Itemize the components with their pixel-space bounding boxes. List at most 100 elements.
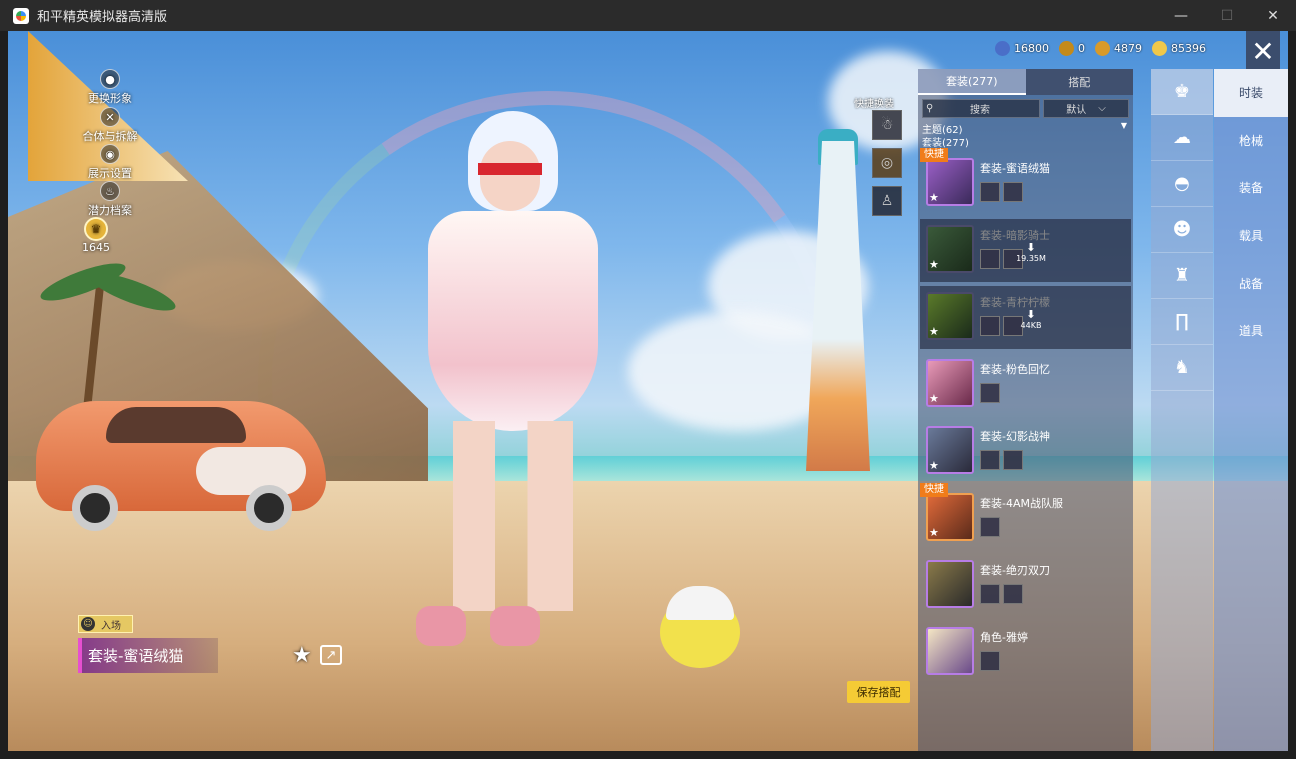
quick-slot[interactable]: ♙	[872, 186, 902, 216]
list-item[interactable]: 套装-绝刃双刀	[920, 554, 1131, 617]
outfit-panel: 套装(277) 搭配 ⚲ 搜索 默认 ⌵ 主题(62) ▼ 套装(277) 快捷…	[918, 69, 1133, 751]
outfit-name: 套装-4AM战队服	[980, 497, 1063, 510]
game-viewport: ● 更换形象 ✕ 合体与拆解 ◉ 展示设置 ♨ 潜力档案 ♛ 1645 ☺ 入场…	[8, 31, 1288, 751]
hat-part-icon[interactable]: ◓	[1151, 161, 1213, 207]
part-chip	[980, 182, 1000, 202]
minimize-button[interactable]: —	[1158, 0, 1204, 31]
star-icon: ★	[929, 459, 939, 472]
hair-part-icon[interactable]: ☁	[1151, 115, 1213, 161]
entrance-badge[interactable]: ☺ 入场	[78, 615, 133, 633]
category-fashion[interactable]: 时装	[1214, 69, 1288, 117]
outfit-thumbnail: ★	[926, 225, 974, 273]
list-item[interactable]: 快捷 ★ 套装-蜜语绒猫	[920, 148, 1131, 215]
category-column: 时装 枪械 装备 载具 战备 道具	[1214, 69, 1288, 751]
list-item[interactable]: ★ 套装-青柠柠檬 ⬇ 44KB	[920, 286, 1131, 349]
person-icon: ●	[100, 69, 120, 89]
search-icon: ⚲	[926, 103, 934, 114]
display-settings-button[interactable]: ◉ 展示设置	[70, 144, 150, 181]
potential-archive-button[interactable]: ♨ 潜力档案	[70, 181, 150, 218]
eye-icon: ◉	[100, 144, 120, 164]
cat-car-vehicle	[36, 401, 326, 531]
download-button[interactable]: ⬇ 19.35M	[1016, 241, 1046, 263]
flame-icon: ♨	[100, 181, 120, 201]
outfit-name: 套装-粉色回忆	[980, 363, 1050, 376]
search-input[interactable]: ⚲ 搜索	[922, 99, 1040, 118]
category-props[interactable]: 道具	[1214, 307, 1288, 355]
share-icon[interactable]: ↗	[320, 645, 342, 665]
top-part-icon[interactable]: ♜	[1151, 253, 1213, 299]
tab-combos[interactable]: 搭配	[1025, 69, 1133, 95]
window-titlebar: 和平精英模拟器高清版 — ☐ ✕	[0, 0, 1296, 31]
suit-part-icon[interactable]: ♚	[1151, 69, 1213, 115]
outfit-thumbnail: ★	[926, 493, 974, 541]
star-icon: ★	[929, 392, 939, 405]
maximize-button[interactable]: ☐	[1204, 0, 1250, 31]
combine-split-button[interactable]: ✕ 合体与拆解	[70, 107, 150, 144]
close-window-button[interactable]: ✕	[1250, 0, 1296, 31]
category-battle-prep[interactable]: 战备	[1214, 259, 1288, 307]
list-item[interactable]: ★ 套装-幻影战神	[920, 420, 1131, 483]
lighthouse	[806, 141, 870, 471]
chick-pet	[660, 586, 740, 668]
currency-item: 0	[1059, 41, 1085, 56]
category-equipment[interactable]: 装备	[1214, 164, 1288, 212]
part-chip	[1003, 450, 1023, 470]
fast-tag: 快捷	[920, 148, 948, 162]
currency-item: 85396	[1152, 41, 1206, 56]
tab-suits[interactable]: 套装(277)	[918, 69, 1026, 95]
list-item[interactable]: ★ 套装-暗影骑士 ⬇ 19.35M	[920, 219, 1131, 282]
currency-item: 4879	[1095, 41, 1142, 56]
part-chip	[980, 316, 1000, 336]
mask-part-icon[interactable]: ☻	[1151, 207, 1213, 253]
close-icon[interactable]: ✕	[1246, 31, 1280, 71]
outfit-thumbnail: ★	[926, 359, 974, 407]
save-outfit-button[interactable]: 保存搭配	[847, 681, 910, 703]
list-item[interactable]: 快捷 ★ 套装-4AM战队服	[920, 483, 1131, 550]
outfit-name: 角色-雅婷	[980, 631, 1028, 644]
part-chip	[1003, 182, 1023, 202]
star-favorite-icon[interactable]: ★	[292, 643, 312, 668]
window-title: 和平精英模拟器高清版	[37, 10, 168, 25]
download-icon: ⬇	[1026, 308, 1036, 321]
list-item[interactable]: ★ 套装-粉色回忆	[920, 353, 1131, 416]
part-chip	[980, 383, 1000, 403]
part-chip	[980, 651, 1000, 671]
part-chip	[980, 584, 1000, 604]
chevron-down-icon: ⌵	[1098, 103, 1106, 114]
outfit-thumbnail: ★	[926, 158, 974, 206]
suit-count-label: 套装(277)	[922, 138, 969, 149]
outfit-name: 套装-幻影战神	[980, 430, 1050, 443]
sort-dropdown[interactable]: 默认 ⌵	[1043, 99, 1129, 118]
medal-icon	[1095, 41, 1110, 56]
shoes-part-icon[interactable]: ♞	[1151, 345, 1213, 391]
crown-icon: ♛	[84, 217, 108, 241]
player-character	[398, 111, 628, 691]
outfit-thumbnail: ★	[926, 292, 974, 340]
quick-slot[interactable]: ◎	[872, 148, 902, 178]
star-icon: ★	[929, 526, 939, 539]
app-logo-icon	[13, 7, 29, 24]
current-outfit-name: 套装-蜜语绒猫	[78, 638, 218, 673]
download-button[interactable]: ⬇ 44KB	[1016, 308, 1046, 330]
star-icon: ★	[929, 258, 939, 271]
category-vehicles[interactable]: 载具	[1214, 212, 1288, 260]
part-chip	[980, 450, 1000, 470]
outfit-name: 套装-绝刃双刀	[980, 564, 1050, 577]
currency-bar: 16800 0 4879 85396	[995, 41, 1206, 56]
quick-slot[interactable]: ☃	[872, 110, 902, 140]
quick-change-label: 快捷换装	[854, 99, 894, 110]
coupon-icon	[1059, 41, 1074, 56]
outfit-thumbnail: ★	[926, 426, 974, 474]
part-chip	[1003, 584, 1023, 604]
category-weapons[interactable]: 枪械	[1214, 117, 1288, 165]
level-badge[interactable]: ♛ 1645	[56, 217, 136, 254]
star-icon: ★	[929, 191, 939, 204]
theme-filter[interactable]: 主题(62) ▼	[918, 118, 1133, 136]
outfit-thumbnail	[926, 560, 974, 608]
part-icon-column: ♚ ☁ ◓ ☻ ♜ ∏ ♞	[1151, 69, 1213, 751]
pants-part-icon[interactable]: ∏	[1151, 299, 1213, 345]
currency-item: 16800	[995, 41, 1049, 56]
split-icon: ✕	[100, 107, 120, 127]
change-avatar-button[interactable]: ● 更换形象	[70, 69, 150, 106]
list-item[interactable]: 角色-雅婷	[920, 621, 1131, 684]
